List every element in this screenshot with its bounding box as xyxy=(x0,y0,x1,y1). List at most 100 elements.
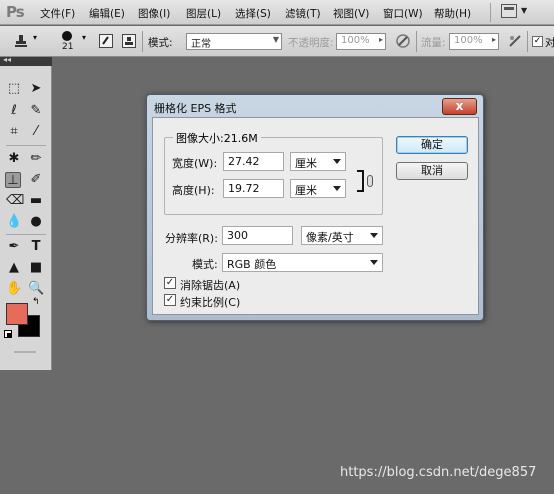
hand-tool-icon[interactable]: ✋ xyxy=(6,281,22,297)
watermark-text: https://blog.csdn.net/dege857 xyxy=(340,465,537,480)
pressure-opacity-icon[interactable] xyxy=(396,34,410,48)
resolution-unit-select[interactable]: 像素/英寸 xyxy=(301,226,383,245)
cancel-button[interactable]: 取消 xyxy=(396,162,468,180)
collapse-icon[interactable]: ◂◂ xyxy=(3,55,11,64)
chevron-right-icon: ▸ xyxy=(491,35,496,44)
dialog-title: 栅格化 EPS 格式 xyxy=(154,102,237,115)
chevron-down-icon: ▼ xyxy=(272,35,279,44)
mode-label: 模式: xyxy=(148,37,173,49)
resolution-input[interactable]: 300 xyxy=(222,226,293,245)
menu-select[interactable]: 选择(S) xyxy=(235,6,271,21)
type-tool-icon[interactable]: T xyxy=(28,239,44,255)
default-colors-icon[interactable] xyxy=(4,330,12,338)
options-separator xyxy=(142,31,143,52)
menu-file[interactable]: 文件(F) xyxy=(40,6,75,21)
chevron-down-icon xyxy=(370,260,378,265)
chevron-down-icon xyxy=(370,233,378,238)
clone-source-icon[interactable] xyxy=(122,34,136,48)
mode-label: 模式: xyxy=(192,258,218,271)
options-bar: ▾ 21 ▾ 模式: 正常 ▼ 不透明度: 100% ▸ 流量: 100% ▸ ✓ 对 xyxy=(0,26,554,57)
constrain-checkbox[interactable]: ✓ xyxy=(164,294,176,306)
options-separator xyxy=(527,31,528,52)
constrain-label[interactable]: 约束比例(C) xyxy=(180,294,240,310)
ok-button[interactable]: 确定 xyxy=(396,136,468,154)
height-label: 高度(H): xyxy=(172,184,215,197)
eyedropper-tool-icon[interactable]: ⁄ xyxy=(28,124,44,140)
antialias-checkbox[interactable]: ✓ xyxy=(164,277,176,289)
brush-panel-icon[interactable] xyxy=(99,34,113,48)
opacity-label: 不透明度: xyxy=(288,37,334,49)
brush-picker-arrow[interactable]: ▾ xyxy=(82,33,86,42)
clone-stamp-tool-icon[interactable]: ⊥ xyxy=(5,172,21,188)
chevron-down-icon xyxy=(333,159,341,164)
move-tool-icon[interactable]: ➤ xyxy=(28,81,44,97)
chevron-down-icon xyxy=(333,186,341,191)
menu-bar: Ps 文件(F) 编辑(E) 图像(I) 图层(L) 选择(S) 滤镜(T) 视… xyxy=(0,0,554,25)
image-size-label: 图像大小:21.6M xyxy=(173,130,261,146)
chain-link-icon xyxy=(367,175,373,187)
flow-input[interactable]: 100% ▸ xyxy=(449,33,499,50)
dialog-body: 图像大小:21.6M 宽度(W): 27.42 厘米 高度(H): 19.72 … xyxy=(152,117,479,315)
opacity-value: 100% xyxy=(341,35,370,46)
dodge-tool-icon[interactable]: ● xyxy=(28,214,44,230)
quick-select-tool-icon[interactable]: ✎ xyxy=(28,103,44,119)
foreground-color-swatch[interactable] xyxy=(6,303,28,325)
brush-tool-icon[interactable]: ✏ xyxy=(28,151,44,167)
history-brush-tool-icon[interactable]: ✐ xyxy=(28,172,44,188)
menu-separator xyxy=(490,3,491,22)
chevron-down-icon[interactable]: ▼ xyxy=(521,6,527,15)
lasso-tool-icon[interactable]: ℓ xyxy=(6,103,22,119)
blur-tool-icon[interactable]: 💧 xyxy=(6,214,22,230)
menu-layer[interactable]: 图层(L) xyxy=(186,6,221,21)
width-label: 宽度(W): xyxy=(172,157,218,170)
aligned-checkbox[interactable]: ✓ xyxy=(532,36,543,47)
image-size-group: 图像大小:21.6M 宽度(W): 27.42 厘米 高度(H): 19.72 … xyxy=(164,130,383,215)
gradient-tool-icon[interactable]: ▬ xyxy=(28,193,44,209)
menu-view[interactable]: 视图(V) xyxy=(333,6,369,21)
resolution-label: 分辨率(R): xyxy=(165,232,218,245)
healing-brush-tool-icon[interactable]: ✱ xyxy=(6,151,22,167)
menu-edit[interactable]: 编辑(E) xyxy=(89,6,125,21)
marquee-tool-icon[interactable]: ⬚ xyxy=(6,81,22,97)
tools-panel-header[interactable]: ◂◂ xyxy=(0,55,52,66)
menu-help[interactable]: 帮助(H) xyxy=(434,6,471,21)
height-input[interactable]: 19.72 xyxy=(223,179,284,198)
blend-mode-select[interactable]: 正常 ▼ xyxy=(186,33,282,50)
tools-separator xyxy=(6,234,46,235)
airbrush-icon[interactable] xyxy=(508,34,522,48)
menu-window[interactable]: 窗口(W) xyxy=(383,6,423,21)
chevron-down-icon[interactable]: ▾ xyxy=(33,33,37,42)
chevron-right-icon: ▸ xyxy=(378,35,383,44)
screen-mode-icon[interactable] xyxy=(501,4,517,18)
shape-tool-icon[interactable]: ■ xyxy=(28,260,44,276)
flow-value: 100% xyxy=(454,35,483,46)
tools-panel: ◂◂ ⬚ ➤ ℓ ✎ ⌗ ⁄ ✱ ✏ ⊥ ✐ ⌫ ▬ 💧 ● ✒ T ▲ ■ ✋… xyxy=(0,55,52,370)
width-unit-value: 厘米 xyxy=(295,157,317,170)
brush-preview-icon[interactable] xyxy=(62,31,72,41)
app-logo: Ps xyxy=(6,3,25,21)
brush-size: 21 xyxy=(62,42,74,52)
zoom-tool-icon[interactable]: 🔍 xyxy=(28,281,44,297)
swap-colors-icon[interactable]: ↰ xyxy=(32,297,40,307)
clone-stamp-icon[interactable] xyxy=(14,34,28,48)
menu-image[interactable]: 图像(I) xyxy=(138,6,170,21)
menu-filter[interactable]: 滤镜(T) xyxy=(285,6,321,21)
tools-separator xyxy=(6,145,46,146)
path-select-tool-icon[interactable]: ▲ xyxy=(6,260,22,276)
quick-mask-icon[interactable] xyxy=(14,351,36,353)
constrain-bracket xyxy=(357,170,364,192)
close-button[interactable]: x xyxy=(442,98,477,115)
width-unit-select[interactable]: 厘米 xyxy=(290,152,346,171)
antialias-label[interactable]: 消除锯齿(A) xyxy=(180,277,240,293)
opacity-input[interactable]: 100% ▸ xyxy=(336,33,386,50)
pen-tool-icon[interactable]: ✒ xyxy=(6,239,22,255)
crop-tool-icon[interactable]: ⌗ xyxy=(6,124,22,140)
mode-select[interactable]: RGB 颜色 xyxy=(222,253,383,272)
width-input[interactable]: 27.42 xyxy=(223,152,284,171)
eraser-tool-icon[interactable]: ⌫ xyxy=(6,193,24,209)
height-unit-select[interactable]: 厘米 xyxy=(290,179,346,198)
aligned-label: 对 xyxy=(545,37,554,49)
resolution-unit-value: 像素/英寸 xyxy=(306,231,354,244)
height-unit-value: 厘米 xyxy=(295,184,317,197)
flow-label: 流量: xyxy=(421,37,446,49)
